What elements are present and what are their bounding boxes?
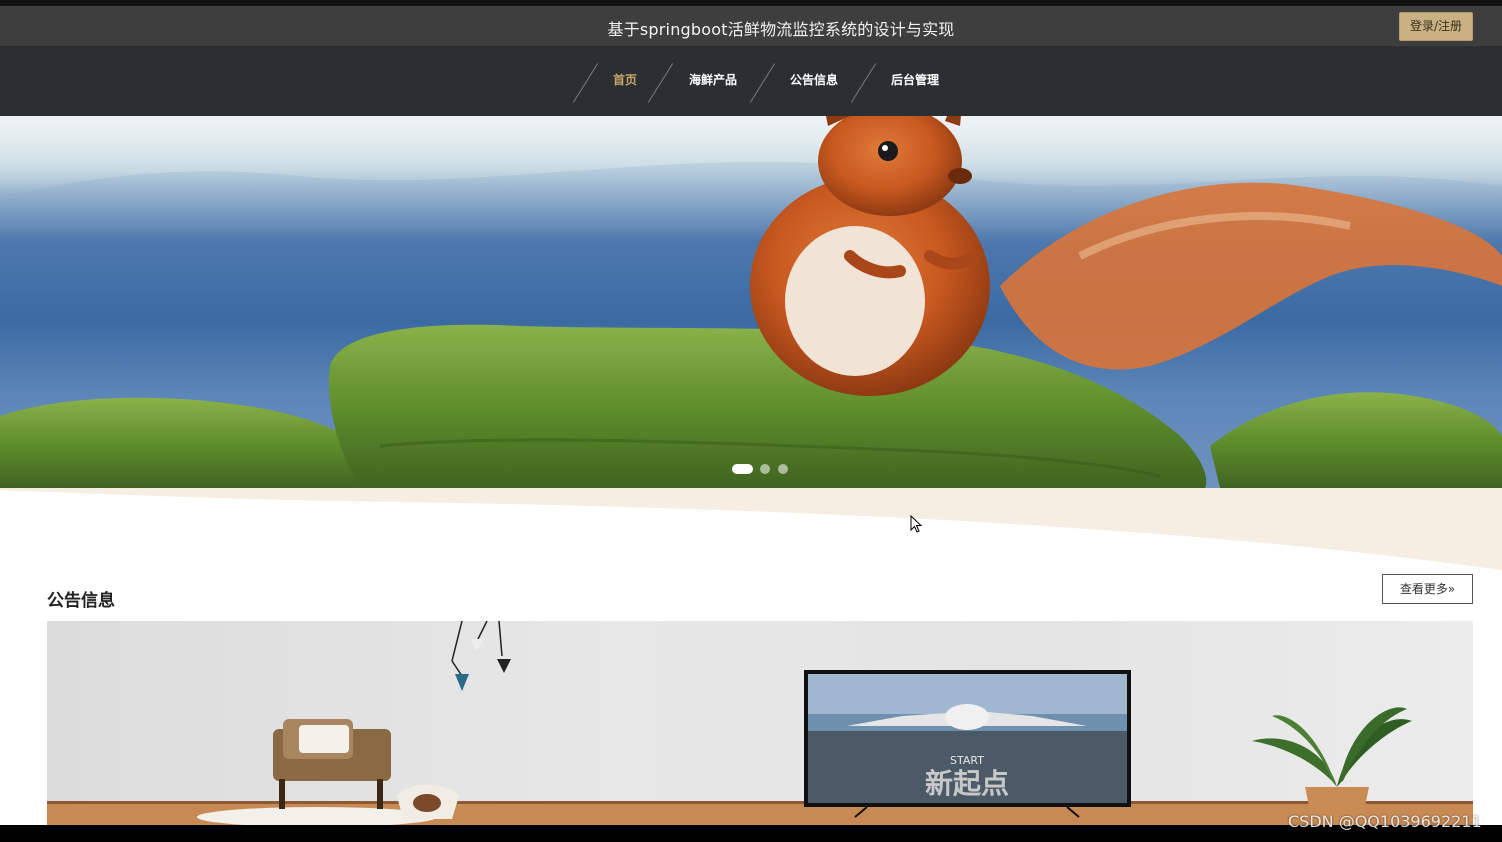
carousel-dot-3[interactable]: [778, 464, 788, 474]
mouse-pointer-icon: [910, 515, 922, 533]
title-bar: 基于springboot活鲜物流监控系统的设计与实现 登录/注册: [0, 6, 1502, 46]
watermark-text: CSDN @QQ1039692211: [1288, 812, 1482, 831]
nav-item-announcements[interactable]: 公告信息: [790, 46, 838, 116]
nav-separator: [572, 63, 599, 103]
decorative-wave: [0, 488, 1502, 570]
living-room-illustration: START 新起点: [47, 621, 1473, 825]
notice-section-title: 公告信息: [47, 591, 115, 611]
nav-item-admin[interactable]: 后台管理: [891, 46, 939, 116]
site-title: 基于springboot活鲜物流监控系统的设计与实现: [607, 20, 955, 39]
nav-separator: [749, 63, 776, 103]
main-nav: 首页 海鲜产品 公告信息 后台管理: [0, 46, 1502, 116]
nav-item-home[interactable]: 首页: [613, 46, 637, 116]
nav-separator: [850, 63, 877, 103]
carousel-banner[interactable]: [0, 116, 1502, 488]
nav-separator: [647, 63, 674, 103]
window-bottom-strip: [0, 825, 1502, 842]
carousel-dot-1[interactable]: [732, 464, 753, 474]
banner-squirrel-image: [0, 116, 1502, 488]
carousel-dot-2[interactable]: [760, 464, 770, 474]
view-more-label: 查看更多: [1399, 582, 1448, 596]
nav-item-seafood-products[interactable]: 海鲜产品: [689, 46, 737, 116]
notice-banner-image[interactable]: START 新起点: [47, 621, 1473, 825]
tv-new-start-text: 新起点: [925, 767, 1009, 800]
page: 基于springboot活鲜物流监控系统的设计与实现 登录/注册 首页 海鲜产品…: [0, 0, 1502, 842]
tv-start-text: START: [950, 754, 984, 767]
view-more-button[interactable]: 查看更多»: [1382, 574, 1473, 604]
double-chevron-right-icon: »: [1447, 582, 1456, 596]
login-register-button[interactable]: 登录/注册: [1399, 12, 1473, 41]
